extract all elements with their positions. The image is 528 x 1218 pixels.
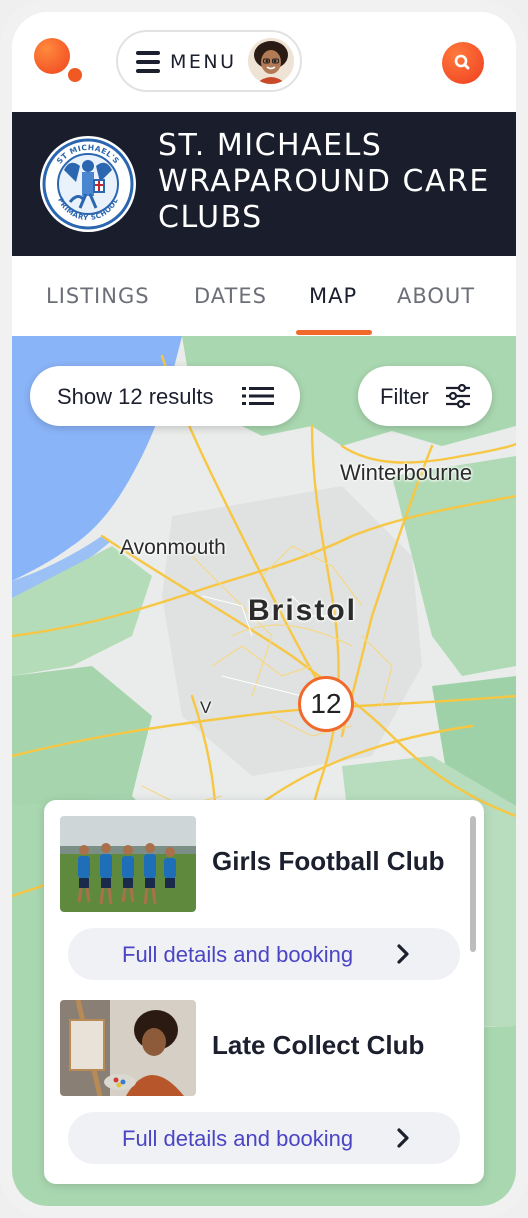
- map-label-winterbourne: Winterbourne: [340, 460, 473, 485]
- app-screen: MENU ST MICHAEL'S PRIMARY SCHOOL ST. MIC…: [12, 12, 516, 1206]
- list-icon: [242, 387, 274, 405]
- search-icon: [454, 54, 470, 70]
- listing-photo-football[interactable]: [60, 816, 196, 912]
- full-details-button[interactable]: Full details and booking: [68, 928, 460, 980]
- tab-dates[interactable]: DATES: [194, 284, 267, 308]
- school-crest-logo: ST MICHAEL'S PRIMARY SCHOOL: [40, 136, 136, 232]
- tab-map[interactable]: MAP: [309, 284, 357, 308]
- scrollbar[interactable]: [470, 816, 476, 952]
- device-frame: MENU ST MICHAEL'S PRIMARY SCHOOL ST. MIC…: [0, 0, 528, 1218]
- hamburger-icon: [136, 51, 160, 73]
- map-label-small: V: [200, 698, 212, 717]
- show-results-label: Show 12 results: [57, 384, 214, 409]
- school-banner: ST MICHAEL'S PRIMARY SCHOOL ST. MICHAELS…: [12, 112, 516, 256]
- map-cluster-marker[interactable]: 12: [298, 676, 354, 732]
- menu-label: MENU: [170, 51, 237, 73]
- full-details-button[interactable]: Full details and booking: [68, 1112, 460, 1164]
- listing-card[interactable]: Late Collect Club Full details and booki…: [44, 984, 464, 1168]
- tab-about[interactable]: ABOUT: [397, 284, 475, 308]
- filter-label: Filter: [380, 384, 429, 409]
- listing-card[interactable]: Girls Football Club Full details and boo…: [44, 800, 464, 984]
- avatar[interactable]: [248, 38, 294, 84]
- active-tab-indicator: [296, 330, 372, 335]
- listing-photo-late-collect[interactable]: [60, 1000, 196, 1096]
- full-details-label: Full details and booking: [122, 1126, 354, 1151]
- tab-bar: LISTINGS DATES MAP ABOUT: [12, 256, 516, 337]
- map-view[interactable]: Winterbourne Avonmouth Bristol V 12 Show…: [12, 336, 516, 1206]
- brand-logo-icon[interactable]: [34, 38, 86, 86]
- filter-button[interactable]: Filter: [358, 366, 492, 426]
- top-bar: MENU: [12, 12, 516, 112]
- full-details-label: Full details and booking: [122, 942, 354, 967]
- chevron-right-icon: [397, 1128, 409, 1148]
- sliders-icon: [446, 384, 470, 408]
- chevron-right-icon: [397, 944, 409, 964]
- school-name: ST. MICHAELS WRAPAROUND CARE CLUBS: [158, 128, 490, 235]
- listing-cards-panel[interactable]: Girls Football Club Full details and boo…: [44, 800, 484, 1184]
- menu-button[interactable]: MENU: [116, 30, 302, 92]
- map-label-bristol: Bristol: [248, 594, 358, 627]
- show-results-button[interactable]: Show 12 results: [30, 366, 300, 426]
- listing-title[interactable]: Late Collect Club: [212, 1030, 424, 1061]
- listing-title[interactable]: Girls Football Club: [212, 846, 445, 877]
- search-button[interactable]: [442, 42, 484, 84]
- tab-listings[interactable]: LISTINGS: [46, 284, 150, 308]
- map-label-avonmouth: Avonmouth: [120, 536, 226, 559]
